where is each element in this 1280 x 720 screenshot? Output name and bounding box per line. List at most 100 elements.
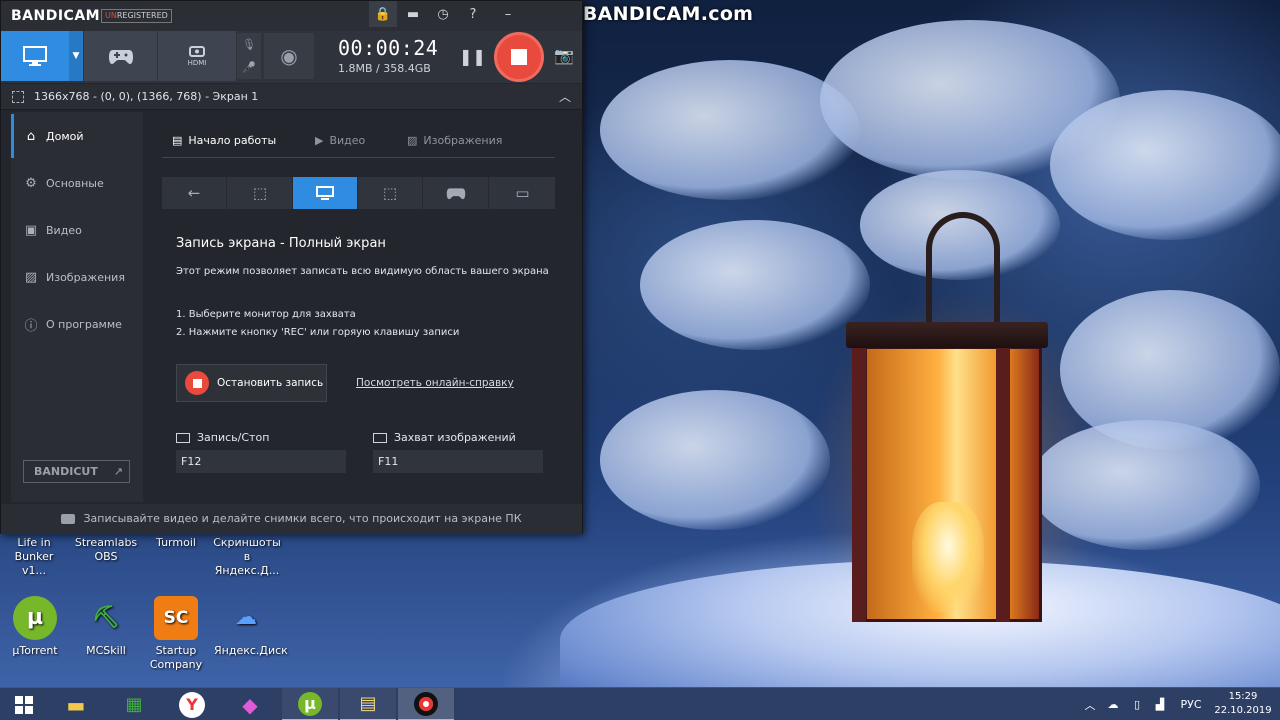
bandicam-logo: BANDICAM (11, 8, 101, 24)
briefcase-icon: ▤ (172, 134, 183, 147)
desktop-icon-yandex-disk[interactable]: ☁ Яндекс.Диск (214, 596, 288, 658)
hdmi-mode-icon[interactable]: ▭ (490, 177, 555, 209)
video-icon: ▣ (24, 222, 38, 238)
language-indicator[interactable]: РУС (1176, 688, 1206, 720)
file-size: 1.8MB / 358.4GB (338, 62, 431, 75)
record-icon (414, 691, 438, 716)
battery-icon[interactable]: ▯ (1128, 688, 1146, 720)
desktop-icon-streamlabs-obs[interactable]: Streamlabs OBS (74, 536, 138, 564)
rectangle-mode-icon[interactable]: ⬚ (228, 177, 293, 209)
online-help-link[interactable]: Посмотреть онлайн-справку (356, 377, 514, 389)
sidebar-item-general[interactable]: ⚙ Основные (11, 161, 143, 205)
minimize-icon[interactable]: – (494, 1, 522, 27)
clock-icon[interactable]: ◷ (429, 1, 457, 27)
screen-mode-button[interactable] (1, 31, 69, 81)
record-stop-icon (185, 371, 209, 395)
taskbar-gem-app[interactable]: ◆ (222, 688, 278, 720)
sidebar: ⌂ Домой ⚙ Основные ▣ Видео ▨ Изображения ⓘ О … (11, 112, 143, 502)
step-two: 2. Нажмите кнопку 'REC' или горяую клави… (176, 327, 460, 338)
mode-title: Запись экрана - Полный экран (176, 236, 386, 251)
show-hidden-icons[interactable]: ︿ (1082, 688, 1098, 720)
hotkey-record-field[interactable]: F12 (176, 450, 346, 473)
folder-icon: ▬ (66, 692, 86, 717)
desktop-icon-label: Яндекс.Диск (214, 644, 288, 657)
taskbar-notes-app[interactable]: ▤ (340, 688, 396, 720)
monitor-icon (23, 46, 47, 66)
document-icon: ▤ (359, 693, 377, 714)
chevron-up-icon[interactable]: ︿ (559, 88, 571, 105)
tray-app-icon[interactable]: ☁ (1103, 688, 1123, 720)
sidebar-item-images[interactable]: ▨ Изображения (11, 255, 143, 299)
content-tabs: ▤ Начало работы ▶ Видео ▨ Изображения (162, 130, 555, 158)
tab-getting-started[interactable]: ▤ Начало работы (172, 134, 276, 147)
sidebar-item-label: Изображения (46, 270, 125, 284)
tab-images[interactable]: ▨ Изображения (407, 134, 502, 147)
gear-icon: ⚙ (25, 175, 37, 191)
area-mode-icon[interactable]: ⬚ (358, 177, 423, 209)
capture-target: 1366x768 - (0, 0), (1366, 768) - Экран 1 (34, 90, 259, 103)
game-mode-icon[interactable] (424, 177, 489, 209)
lock-icon[interactable]: 🔒 (369, 1, 397, 27)
sidebar-item-label: Основные (46, 176, 104, 190)
screen-mode-dropdown[interactable]: ▼ (69, 31, 83, 81)
desktop-icon-startup-company[interactable]: SC Startup Company (144, 596, 208, 672)
desktop-icon-turmoil[interactable]: Turmoil (144, 536, 208, 550)
bandicut-button[interactable]: BANDICUT ↗ (23, 460, 130, 483)
home-icon: ⌂ (26, 128, 36, 144)
stop-recording-button[interactable]: Остановить запись (176, 364, 327, 402)
title-bar[interactable]: BANDICAM UNREGISTERED 🔒 ▬ ◷ ? – (1, 1, 582, 31)
taskbar-yandex-browser[interactable]: Y (164, 688, 220, 720)
desktop-icon-label: Turmoil (156, 536, 196, 549)
sidebar-item-label: Домой (46, 129, 84, 143)
utorrent-icon: µ (298, 691, 322, 716)
taskbar-file-explorer[interactable]: ▬ (48, 688, 104, 720)
pause-button[interactable]: ❚❚ (459, 46, 486, 68)
utorrent-icon: µ (13, 596, 57, 640)
home-content: ▤ Начало работы ▶ Видео ▨ Изображения ← ⬚ ⬚… (144, 112, 573, 502)
sidebar-item-label: Видео (46, 223, 82, 237)
sidebar-item-label: О программе (46, 317, 122, 331)
step-one: 1. Выберите монитор для захвата (176, 309, 356, 320)
game-mode-button[interactable] (84, 31, 157, 81)
gem-icon: ◆ (242, 692, 258, 717)
camera-icon[interactable]: 📷 (554, 46, 574, 65)
svg-text:HDMI: HDMI (188, 59, 207, 66)
unregistered-badge: UNREGISTERED (101, 9, 172, 23)
desktop-icon-label: Streamlabs OBS (74, 536, 138, 563)
chat-icon (61, 514, 76, 524)
taskbar-bandicam[interactable] (398, 688, 454, 720)
desktop-icon-yandex-screenshots[interactable]: Скриншоты в Яндекс.Д... (212, 536, 282, 578)
back-arrow-icon[interactable]: ← (162, 177, 227, 209)
fullscreen-mode-icon[interactable] (293, 177, 358, 209)
yandex-disk-icon: ☁ (235, 605, 257, 630)
taskbar-store[interactable]: ▦ (106, 688, 162, 720)
startup-company-icon: SC (154, 596, 198, 640)
stop-record-button[interactable] (494, 32, 544, 82)
picture-icon: ▨ (407, 134, 418, 147)
start-button[interactable] (0, 688, 48, 720)
system-clock[interactable]: 15:29 22.10.2019 (1210, 690, 1276, 718)
device-mode-button[interactable]: HDMI (158, 31, 236, 81)
sidebar-item-home[interactable]: ⌂ Домой (11, 114, 143, 158)
desktop-icon-label: µTorrent (12, 644, 58, 657)
hotkey-capture-field[interactable]: F11 (373, 450, 543, 473)
film-icon: ▶ (315, 134, 324, 147)
sidebar-item-video[interactable]: ▣ Видео (11, 208, 143, 252)
desktop-icon-life-in-bunker[interactable]: Life in Bunker v1... (2, 536, 66, 578)
external-link-icon: ↗ (113, 465, 123, 478)
help-icon[interactable]: ? (459, 1, 487, 27)
desktop-icon-utorrent[interactable]: µ µTorrent (3, 596, 67, 658)
keyboard-icon (176, 432, 190, 443)
tab-video[interactable]: ▶ Видео (315, 134, 365, 147)
lantern-picture (846, 212, 1048, 622)
capture-target-bar[interactable]: 1366x768 - (0, 0), (1366, 768) - Экран 1… (1, 84, 582, 110)
microphone-icon[interactable]: 🎤 (237, 56, 261, 79)
mode-description: Этот режим позволяет записать всю видиму… (176, 266, 549, 277)
folder-icon[interactable]: ▬ (399, 1, 427, 27)
speaker-icon[interactable]: 🎙 (237, 33, 261, 56)
sidebar-item-about[interactable]: ⓘ О программе (11, 302, 143, 346)
desktop-icon-mcskill[interactable]: ⛏ MCSkill (74, 596, 138, 658)
webcam-icon[interactable]: ◉ (264, 33, 314, 79)
info-icon: ⓘ (24, 318, 38, 334)
taskbar-utorrent[interactable]: µ (282, 688, 338, 720)
